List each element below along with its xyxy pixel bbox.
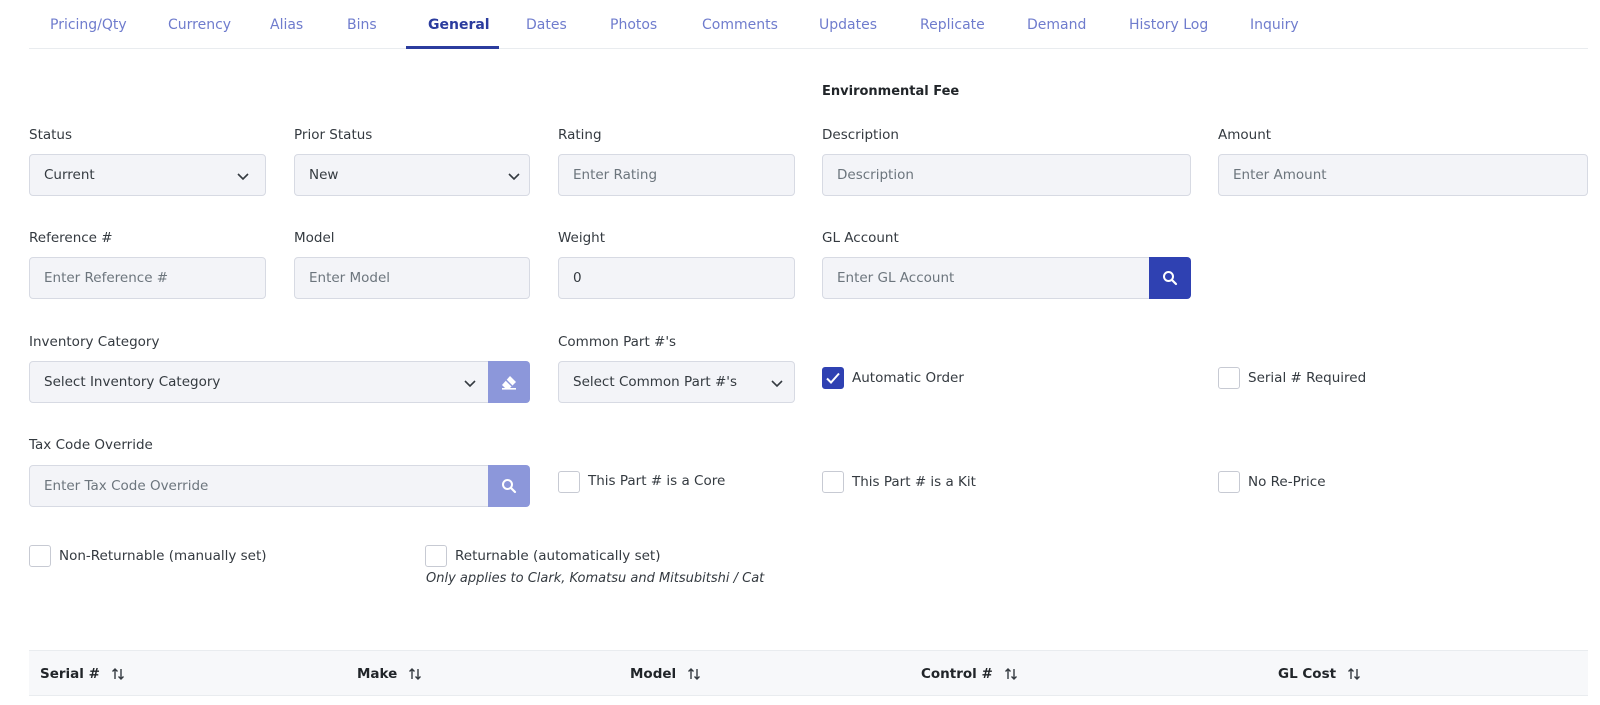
tab-dates[interactable]: Dates [526, 0, 567, 49]
chevron-down-icon [771, 380, 783, 388]
serial-required-label: Serial # Required [1248, 370, 1367, 386]
status-value: Current [44, 167, 95, 183]
tax-code-override-field[interactable] [29, 465, 489, 507]
model-label: Model [294, 230, 335, 246]
weight-field[interactable] [558, 257, 795, 299]
rating-label: Rating [558, 127, 602, 143]
tax-code-search-button[interactable] [488, 465, 530, 507]
prior-status-value: New [309, 167, 339, 183]
no-reprice-checkbox[interactable] [1218, 471, 1240, 493]
tab-bins[interactable]: Bins [347, 0, 377, 49]
column-control[interactable]: Control # [921, 651, 1019, 697]
description-label: Description [822, 127, 899, 143]
non-returnable-checkbox[interactable] [29, 545, 51, 567]
prior-status-select[interactable]: New [294, 154, 530, 196]
sort-icon [409, 668, 422, 680]
sort-icon [111, 668, 124, 680]
gl-account-label: GL Account [822, 230, 899, 246]
tab-pricing-qty[interactable]: Pricing/Qty [50, 0, 127, 49]
checkmark-icon [826, 372, 840, 384]
weight-input[interactable] [559, 258, 794, 298]
tab-inquiry[interactable]: Inquiry [1250, 0, 1299, 49]
is-kit-checkbox[interactable] [822, 471, 844, 493]
rating-input[interactable] [559, 155, 794, 195]
reference-input[interactable] [30, 258, 265, 298]
common-part-select[interactable]: Select Common Part #'s [558, 361, 795, 403]
status-label: Status [29, 127, 73, 143]
amount-field[interactable] [1218, 154, 1588, 196]
column-serial-label: Serial # [40, 666, 100, 682]
serials-table-header: Serial # Make Model Control # GL Cost [29, 650, 1588, 696]
reference-label: Reference # [29, 230, 113, 246]
gl-account-field[interactable] [822, 257, 1150, 299]
common-part-label: Common Part #'s [558, 334, 677, 350]
tab-updates[interactable]: Updates [819, 0, 877, 49]
environmental-fee-title: Environmental Fee [822, 84, 960, 99]
sort-icon [1004, 668, 1017, 680]
chevron-down-icon [237, 173, 249, 181]
column-make-label: Make [357, 666, 398, 682]
model-field[interactable] [294, 257, 530, 299]
column-model[interactable]: Model [630, 651, 702, 697]
column-serial[interactable]: Serial # [40, 651, 126, 697]
returnable-note: Only applies to Clark, Komatsu and Mitsu… [426, 571, 765, 586]
search-icon [1163, 271, 1178, 286]
serial-required-checkbox[interactable] [1218, 367, 1240, 389]
no-reprice-label: No Re-Price [1248, 474, 1326, 490]
tab-currency[interactable]: Currency [168, 0, 231, 49]
reference-field[interactable] [29, 257, 266, 299]
inventory-category-label: Inventory Category [29, 334, 160, 350]
status-select[interactable]: Current [29, 154, 266, 196]
inventory-category-value: Select Inventory Category [44, 374, 221, 390]
tab-replicate[interactable]: Replicate [920, 0, 985, 49]
automatic-order-checkbox[interactable] [822, 367, 844, 389]
amount-label: Amount [1218, 127, 1272, 143]
is-core-label: This Part # is a Core [588, 473, 726, 489]
chevron-down-icon [464, 380, 476, 388]
is-kit-label: This Part # is a Kit [852, 474, 976, 490]
description-field[interactable] [822, 154, 1191, 196]
search-icon [502, 479, 517, 494]
common-part-value: Select Common Part #'s [573, 374, 738, 390]
amount-input[interactable] [1219, 155, 1587, 195]
column-gl-cost[interactable]: GL Cost [1278, 651, 1362, 697]
non-returnable-label: Non-Returnable (manually set) [59, 548, 267, 564]
column-model-label: Model [630, 666, 677, 682]
tax-code-override-input[interactable] [30, 466, 488, 506]
clear-inventory-category-button[interactable] [488, 361, 530, 403]
tab-bar: Pricing/Qty Currency Alias Bins General … [29, 0, 1588, 49]
eraser-icon [502, 376, 516, 390]
sort-icon [1348, 668, 1361, 680]
is-core-checkbox[interactable] [558, 471, 580, 493]
sort-icon [688, 668, 701, 680]
active-tab-indicator [406, 46, 499, 49]
tab-history-log[interactable]: History Log [1129, 0, 1208, 49]
inventory-category-select[interactable]: Select Inventory Category [29, 361, 489, 403]
description-input[interactable] [823, 155, 1190, 195]
returnable-label: Returnable (automatically set) [455, 548, 661, 564]
tab-demand[interactable]: Demand [1027, 0, 1086, 49]
weight-label: Weight [558, 230, 606, 246]
tab-general[interactable]: General [428, 0, 490, 49]
prior-status-label: Prior Status [294, 127, 373, 143]
column-gl-cost-label: GL Cost [1278, 666, 1337, 682]
column-make[interactable]: Make [357, 651, 423, 697]
model-input[interactable] [295, 258, 529, 298]
tab-comments[interactable]: Comments [702, 0, 778, 49]
automatic-order-label: Automatic Order [852, 370, 964, 386]
gl-account-input[interactable] [823, 258, 1149, 298]
gl-account-search-button[interactable] [1149, 257, 1191, 299]
chevron-down-icon [508, 173, 520, 181]
column-control-label: Control # [921, 666, 993, 682]
returnable-checkbox[interactable] [425, 545, 447, 567]
tax-code-override-label: Tax Code Override [29, 437, 153, 453]
tab-photos[interactable]: Photos [610, 0, 657, 49]
tab-alias[interactable]: Alias [270, 0, 303, 49]
rating-field[interactable] [558, 154, 795, 196]
